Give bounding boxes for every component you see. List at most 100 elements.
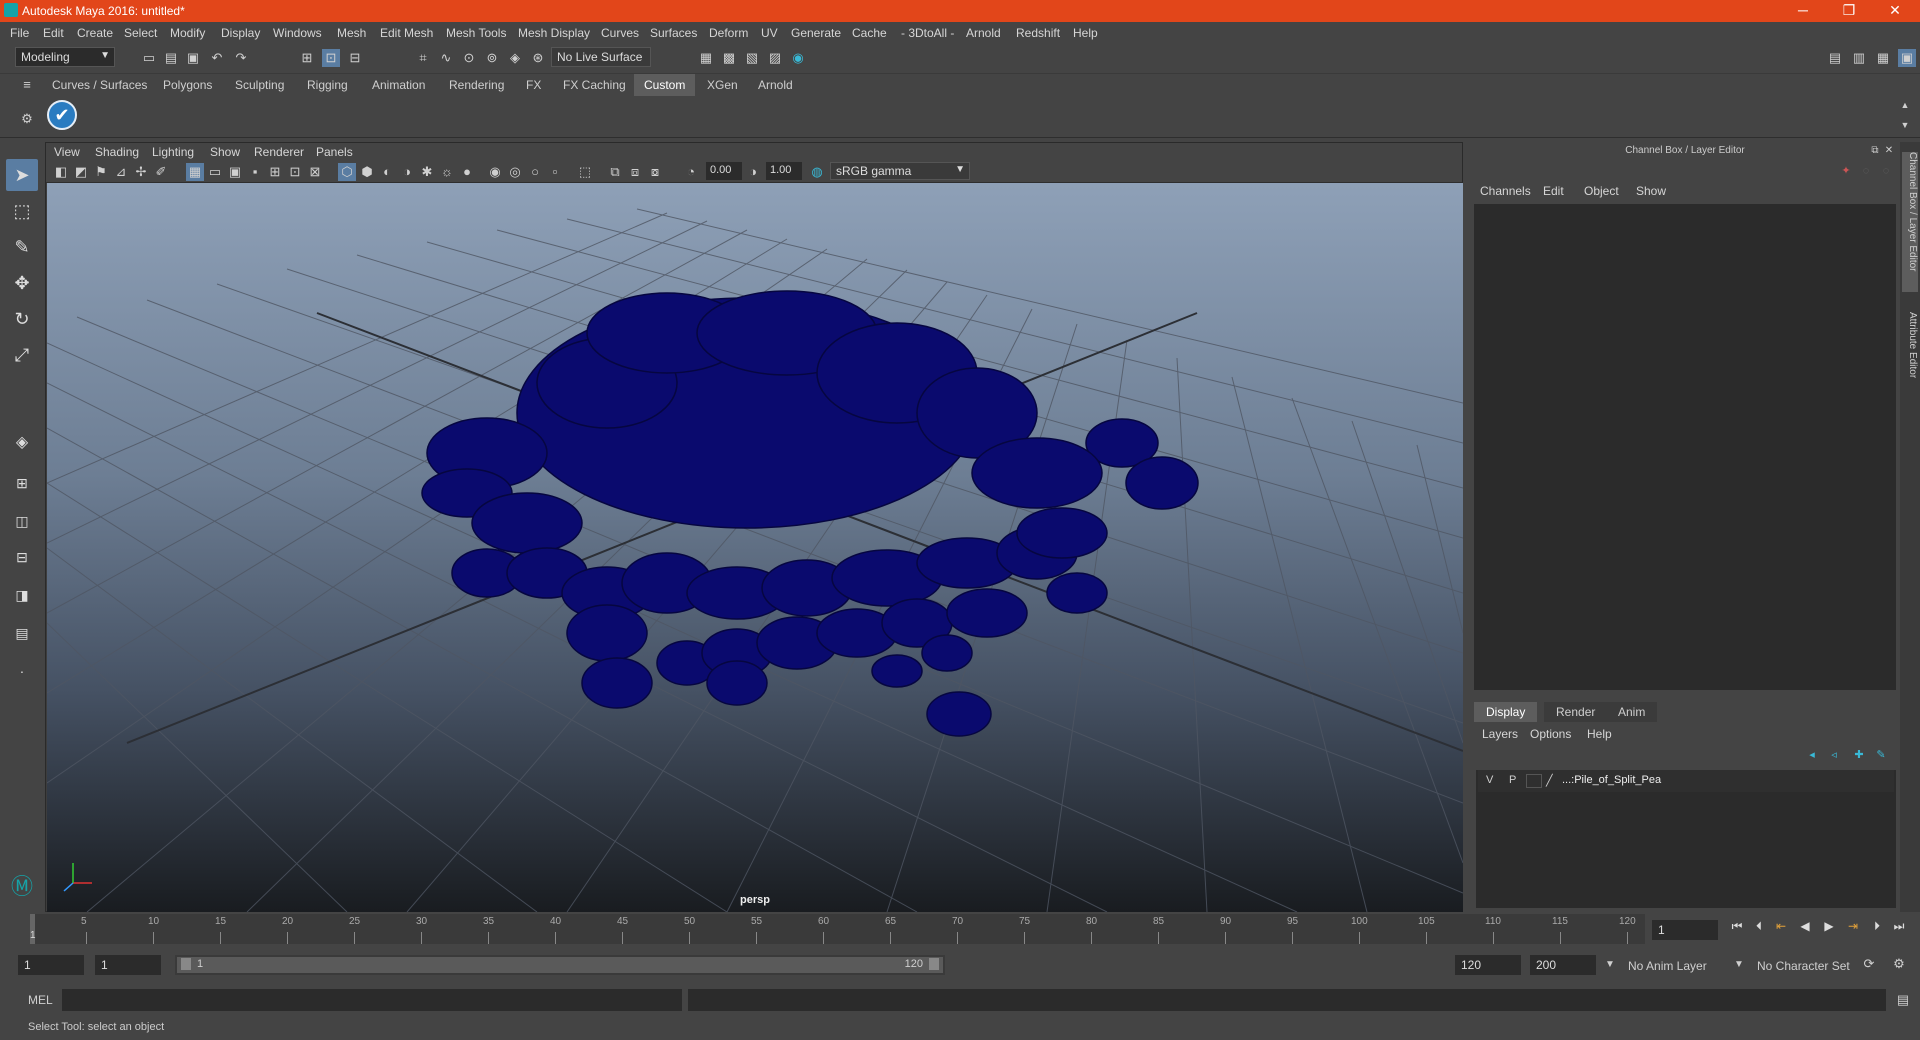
move-tool-icon[interactable]: ✥ xyxy=(6,267,38,299)
play-backwards-icon[interactable]: ◀ xyxy=(1797,918,1813,934)
menu-create[interactable]: Create xyxy=(77,26,113,40)
go-to-start-icon[interactable]: ⏮ xyxy=(1729,918,1745,934)
motion-blur-icon[interactable]: ◉ xyxy=(486,163,504,181)
new-layer-selected-icon[interactable]: ✎ xyxy=(1872,746,1890,764)
pile-of-split-pea-mesh[interactable] xyxy=(421,290,1199,737)
playback-end-field[interactable]: 120 xyxy=(1455,955,1521,975)
wireframe-icon[interactable]: ⬡ xyxy=(338,163,356,181)
menu-display[interactable]: Display xyxy=(221,26,260,40)
shelf-scroll-up-icon[interactable]: ▲ xyxy=(1896,96,1914,114)
side-tab-attribute-editor[interactable]: Attribute Editor xyxy=(1902,312,1918,402)
single-perspective-layout-icon[interactable]: ◈ xyxy=(6,427,38,459)
channel-box-menu-object[interactable]: Object xyxy=(1584,184,1619,198)
time-slider-track[interactable]: 1 5 10 15 20 25 30 35 40 45 50 55 60 65 … xyxy=(30,914,1645,944)
menu-set-dropdown[interactable]: Modeling ▼ xyxy=(15,47,115,67)
render-settings-icon[interactable]: ▨ xyxy=(766,49,784,67)
channel-sync-icon[interactable]: ✦ xyxy=(1837,162,1855,180)
anti-aliasing-icon[interactable]: ◎ xyxy=(506,163,524,181)
channel-box-menu-show[interactable]: Show xyxy=(1636,184,1666,198)
bookmark-icon[interactable]: ⚑ xyxy=(92,163,110,181)
channel-box-menu-channels[interactable]: Channels xyxy=(1480,184,1531,198)
tab-anim[interactable]: Anim xyxy=(1606,702,1658,722)
undo-icon[interactable]: ↶ xyxy=(208,49,226,67)
tab-rigging[interactable]: Rigging xyxy=(297,74,358,96)
viewport-menu-shading[interactable]: Shading xyxy=(95,145,139,159)
select-hierarchy-icon[interactable]: ⊞ xyxy=(298,49,316,67)
menu-surfaces[interactable]: Surfaces xyxy=(650,26,697,40)
textured-icon[interactable]: ◑ xyxy=(398,163,416,181)
side-by-side-layout-icon[interactable]: ◫ xyxy=(6,505,38,537)
channel-mute-icon[interactable]: ◌ xyxy=(1857,162,1875,180)
close-button[interactable]: ✕ xyxy=(1872,0,1918,22)
menu-redshift[interactable]: Redshift xyxy=(1016,26,1060,40)
safe-action-icon[interactable]: ⊡ xyxy=(286,163,304,181)
menu-windows[interactable]: Windows xyxy=(273,26,322,40)
workspace-modeling-icon[interactable]: ▤ xyxy=(1826,49,1844,67)
shelf-settings-gear-icon[interactable]: ⚙ xyxy=(18,110,36,128)
tab-render[interactable]: Render xyxy=(1544,702,1608,722)
tab-sculpting[interactable]: Sculpting xyxy=(225,74,294,96)
custom-shelf-checkmark-icon[interactable]: ✔ xyxy=(47,100,77,130)
xray-joints-icon[interactable]: ⧉ xyxy=(606,163,624,181)
range-slider[interactable]: 1 120 xyxy=(175,955,945,975)
workspace-layout-icon[interactable]: ▥ xyxy=(1850,49,1868,67)
smooth-shade-icon[interactable]: ⬢ xyxy=(358,163,376,181)
render-frame-icon[interactable]: ▩ xyxy=(720,49,738,67)
tab-curves-surfaces[interactable]: Curves / Surfaces xyxy=(42,74,157,96)
viewport-menu-lighting[interactable]: Lighting xyxy=(152,145,194,159)
layout-options-icon[interactable]: · xyxy=(6,655,38,687)
layer-playback-toggle[interactable]: P xyxy=(1509,774,1516,786)
menu-select[interactable]: Select xyxy=(124,26,157,40)
tab-fx-caching[interactable]: FX Caching xyxy=(553,74,636,96)
move-layer-up-icon[interactable]: ◂ xyxy=(1803,746,1821,764)
persp-graph-layout-icon[interactable]: ⊟ xyxy=(6,541,38,573)
four-view-layout-icon[interactable]: ⊞ xyxy=(6,467,38,499)
backface-icon[interactable]: ⧇ xyxy=(646,163,664,181)
layer-display-type-toggle[interactable] xyxy=(1526,774,1542,788)
animation-start-field[interactable]: 1 xyxy=(18,955,84,975)
safe-title-icon[interactable]: ⊠ xyxy=(306,163,324,181)
layer-menu-layers[interactable]: Layers xyxy=(1482,727,1518,741)
field-chart-icon[interactable]: ⊞ xyxy=(266,163,284,181)
tab-custom[interactable]: Custom xyxy=(634,74,696,96)
isolate-select-icon[interactable]: ⬚ xyxy=(576,163,594,181)
color-management-icon[interactable]: ◍ xyxy=(808,163,826,181)
menu-file[interactable]: File xyxy=(10,26,29,40)
menu-uv[interactable]: UV xyxy=(761,26,778,40)
outliner-layout-icon[interactable]: ▤ xyxy=(6,617,38,649)
snap-curve-icon[interactable]: ∿ xyxy=(437,49,455,67)
exposure-icon[interactable]: ◔ xyxy=(682,163,700,181)
menu-cache[interactable]: Cache xyxy=(852,26,887,40)
layer-menu-options[interactable]: Options xyxy=(1530,727,1571,741)
step-forward-key-icon[interactable]: ⇥ xyxy=(1845,918,1861,934)
range-start-grip[interactable] xyxy=(181,958,191,970)
script-language-toggle[interactable]: MEL xyxy=(28,993,53,1007)
snap-view-icon[interactable]: ⊚ xyxy=(483,49,501,67)
exposure-input[interactable]: 0.00 xyxy=(706,162,742,180)
shadows-icon[interactable]: ☼ xyxy=(438,163,456,181)
new-empty-layer-icon[interactable]: ✚ xyxy=(1850,746,1868,764)
layer-color-swatch[interactable]: ╱ xyxy=(1546,774,1560,788)
restore-button[interactable]: ❐ xyxy=(1826,0,1872,22)
snap-grid-icon[interactable]: ⌗ xyxy=(414,49,432,67)
redo-icon[interactable]: ↷ xyxy=(232,49,250,67)
menu-curves[interactable]: Curves xyxy=(601,26,639,40)
select-tool-arrow-icon[interactable]: ➤ xyxy=(6,159,38,191)
snap-live-icon[interactable]: ⊛ xyxy=(529,49,547,67)
gamma-icon[interactable]: ◑ xyxy=(744,163,762,181)
shelf-menu-icon[interactable]: ≡ xyxy=(18,76,36,94)
select-component-icon[interactable]: ⊟ xyxy=(346,49,364,67)
ipr-render-icon[interactable]: ▧ xyxy=(743,49,761,67)
paint-select-tool-icon[interactable]: ✎ xyxy=(6,231,38,263)
close-panel-icon[interactable]: ✕ xyxy=(1880,142,1898,160)
viewport-menu-renderer[interactable]: Renderer xyxy=(254,145,304,159)
ambient-occlusion-icon[interactable]: ● xyxy=(458,163,476,181)
xray-icon[interactable]: ▫ xyxy=(546,163,564,181)
tab-rendering[interactable]: Rendering xyxy=(439,74,514,96)
tab-xgen[interactable]: XGen xyxy=(697,74,748,96)
side-tab-channel-box[interactable]: Channel Box / Layer Editor xyxy=(1902,152,1918,292)
tab-polygons[interactable]: Polygons xyxy=(153,74,222,96)
xray-active-icon[interactable]: ⧈ xyxy=(626,163,644,181)
chevron-down-icon[interactable]: ▼ xyxy=(1730,956,1748,974)
save-scene-icon[interactable]: ▣ xyxy=(184,49,202,67)
